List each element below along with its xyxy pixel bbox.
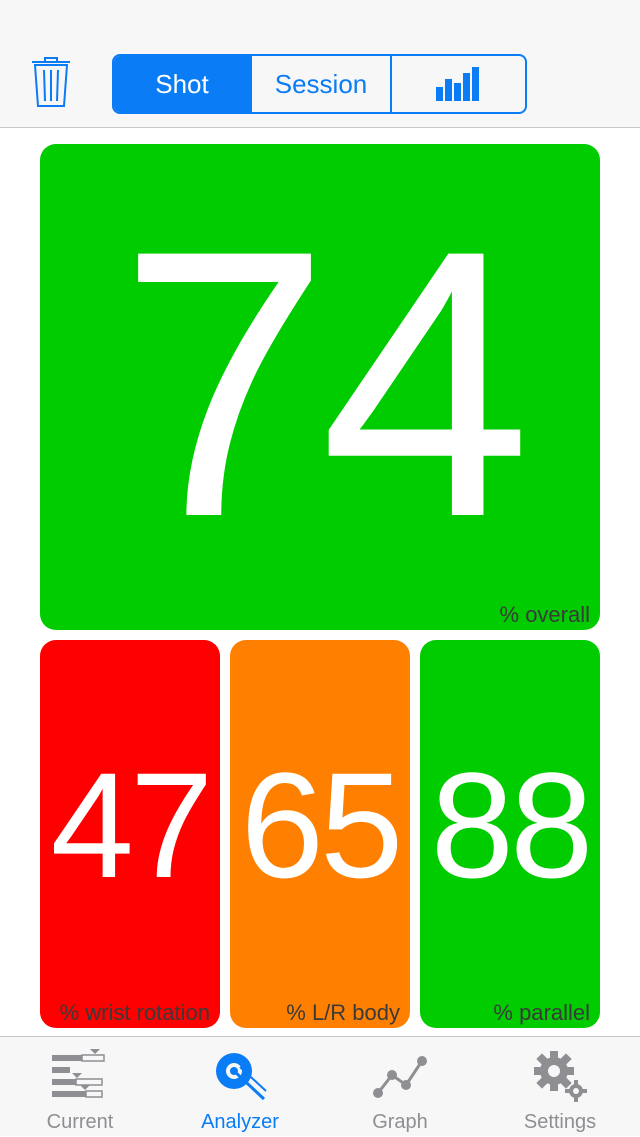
wrist-rotation-label: % wrist rotation [59, 1000, 210, 1025]
lr-body-label: % L/R body [286, 1000, 400, 1025]
settings-icon [534, 1051, 587, 1102]
tab-bar: Current Analyzer Graph Settings [0, 1036, 640, 1136]
parallel-value: 88 [430, 741, 594, 909]
tab-graph-label: Graph [372, 1111, 428, 1133]
lr-body-tile: 65 % L/R body [230, 640, 410, 1028]
segment-shot[interactable]: Shot [114, 56, 250, 112]
navigation-bar: Shot Session [0, 0, 640, 128]
wrist-rotation-tile: 47 % wrist rotation [40, 640, 220, 1028]
tab-graph[interactable]: Graph [320, 1037, 480, 1137]
graph-icon [373, 1056, 427, 1098]
analyzer-icon [216, 1053, 267, 1101]
tab-analyzer[interactable]: Analyzer [160, 1037, 320, 1137]
segment-session-label: Session [274, 68, 368, 99]
segment-chart[interactable] [390, 56, 525, 112]
parallel-label: % parallel [493, 1000, 590, 1025]
trash-icon[interactable] [30, 56, 72, 108]
current-icon [52, 1049, 105, 1098]
tab-analyzer-label: Analyzer [201, 1111, 279, 1133]
wrist-rotation-value: 47 [50, 741, 214, 909]
parallel-tile: 88 % parallel [420, 640, 600, 1028]
overall-score-tile: 74 % overall [40, 144, 600, 630]
tab-current-label: Current [46, 1111, 114, 1133]
lr-body-value: 65 [240, 741, 404, 909]
tab-settings[interactable]: Settings [480, 1037, 640, 1137]
tab-current[interactable]: Current [0, 1037, 160, 1137]
view-segmented-control: Shot Session [112, 54, 527, 114]
tab-settings-label: Settings [523, 1111, 597, 1133]
segment-session[interactable]: Session [250, 56, 390, 112]
bar-chart-icon [435, 67, 479, 101]
overall-score-value: 74 [118, 171, 532, 596]
segment-shot-label: Shot [155, 68, 209, 99]
overall-score-label: % overall [499, 602, 590, 627]
